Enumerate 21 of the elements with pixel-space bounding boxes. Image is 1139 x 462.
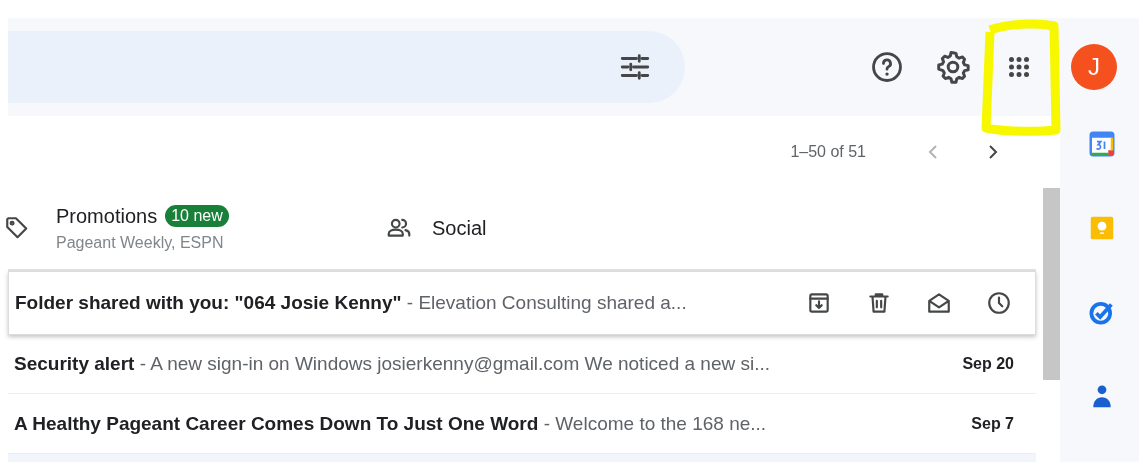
help-icon[interactable] bbox=[870, 50, 904, 84]
promotions-tab[interactable]: Promotions 10 new Pageant Weekly, ESPN bbox=[8, 187, 382, 270]
email-snippet: - A new sign-in on Windows josierkenny@gmail.com We noticed a new si... bbox=[138, 353, 772, 376]
email-date: Sep 20 bbox=[962, 355, 1014, 374]
email-row[interactable]: Security alert - A new sign-in on Windows josierkenny@gmail.com We noticed a new si... Sep 20 bbox=[8, 334, 1036, 395]
email-subject: Folder shared with you: "064 Josie Kenny" bbox=[15, 291, 402, 314]
settings-icon[interactable] bbox=[935, 49, 971, 85]
new-count-badge: 10 new bbox=[165, 205, 229, 228]
email-subject: A Healthy Pageant Career Comes Down To Just One Word bbox=[14, 412, 539, 435]
clock-icon[interactable] bbox=[986, 289, 1012, 316]
email-row[interactable]: Folder shared with you: "064 Josie Kenny" - Elevation Consulting shared a... bbox=[8, 271, 1036, 335]
email-date: Sep 7 bbox=[971, 414, 1014, 433]
tab-label: Social bbox=[432, 216, 487, 240]
email-subject: Security alert bbox=[14, 353, 135, 376]
tab-label: Promotions bbox=[56, 204, 158, 228]
tab-senders: Pageant Weekly, ESPN bbox=[56, 233, 225, 252]
page-range: 1–50 of 51 bbox=[790, 142, 866, 161]
email-snippet: - Welcome to the 168 ne... bbox=[542, 412, 768, 435]
scrollbar-thumb[interactable] bbox=[1043, 188, 1060, 380]
email-snippet: - Elevation Consulting shared a... bbox=[405, 291, 688, 314]
social-tab[interactable]: Social bbox=[382, 187, 682, 270]
